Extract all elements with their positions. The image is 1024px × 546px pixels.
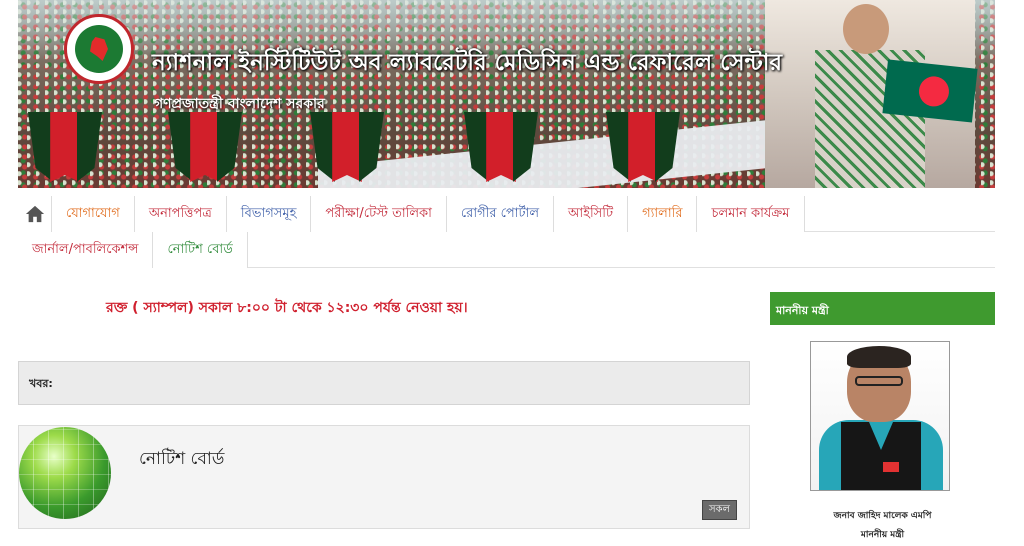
government-seal-logo[interactable] bbox=[64, 14, 134, 84]
nav-item-patient-portal[interactable]: রোগীর পোর্টাল bbox=[446, 196, 555, 232]
sidebar-heading: মাননীয় মন্ত্রী bbox=[770, 292, 995, 325]
nav-item-ict[interactable]: আইসিটি bbox=[554, 196, 629, 232]
banner-drape bbox=[606, 112, 680, 182]
home-icon bbox=[25, 205, 44, 223]
nav-row-1: যোগাযোগ অনাপত্তিপত্র বিভাগসমূহ পরীক্ষা/ট… bbox=[18, 196, 995, 232]
nav-item-notice-board[interactable]: নোটিশ বোর্ড bbox=[153, 232, 248, 268]
minister-designation: মাননীয় মন্ত্রী bbox=[860, 530, 905, 540]
page: ন্যাশনাল ইনস্টিটিউট অব ল্যাবরেটরি মেডিসি… bbox=[0, 0, 1024, 546]
bangladesh-flag-icon bbox=[882, 59, 978, 123]
view-all-button[interactable]: সকল bbox=[701, 500, 737, 520]
banner-drape bbox=[464, 112, 538, 182]
nav-item-test-list[interactable]: পরীক্ষা/টেস্ট তালিকা bbox=[311, 196, 447, 232]
nav-item-departments[interactable]: বিভাগসমূহ bbox=[226, 196, 312, 232]
nav-home[interactable] bbox=[18, 196, 52, 232]
nav-item-contact[interactable]: যোগাযোগ bbox=[52, 196, 135, 232]
notice-board-title: নোটিশ বোর্ড bbox=[139, 449, 225, 469]
site-subtitle: গণপ্রজাতন্ত্রী বাংলাদেশ সরকার bbox=[154, 96, 325, 112]
news-ticker: খবর: bbox=[18, 361, 750, 405]
main-navigation: যোগাযোগ অনাপত্তিপত্র বিভাগসমূহ পরীক্ষা/ট… bbox=[18, 196, 995, 270]
banner-drape bbox=[28, 112, 102, 182]
banner-crowd-sheet bbox=[318, 112, 838, 188]
minister-name: জনাব জাহিদ মালেক এমপি bbox=[833, 511, 932, 521]
banner-person-photo bbox=[765, 0, 978, 188]
banner-drape bbox=[310, 112, 384, 182]
banner-drape bbox=[168, 112, 242, 182]
nav-item-gallery[interactable]: গ্যালারি bbox=[628, 196, 698, 232]
news-label: খবর: bbox=[29, 377, 53, 390]
nav-item-journal-publications[interactable]: জার্নাল/পাবলিকেশন্স bbox=[18, 232, 154, 268]
globe-icon bbox=[19, 427, 111, 519]
nav-item-ongoing-activities[interactable]: চলমান কার্যক্রম bbox=[697, 196, 805, 232]
nav-row-2: জার্নাল/পাবলিকেশন্স নোটিশ বোর্ড bbox=[18, 232, 995, 268]
notice-board-panel: নোটিশ বোর্ড সকল bbox=[18, 425, 750, 529]
site-title: ন্যাশনাল ইনস্টিটিউট অব ল্যাবরেটরি মেডিসি… bbox=[152, 50, 783, 76]
notice-marquee: রক্ত ( স্যাম্পল) সকাল ৮:০০ টা থেকে ১২:৩০… bbox=[106, 300, 468, 316]
nav-item-noc[interactable]: অনাপত্তিপত্র bbox=[134, 196, 227, 232]
minister-photo[interactable] bbox=[810, 341, 950, 491]
